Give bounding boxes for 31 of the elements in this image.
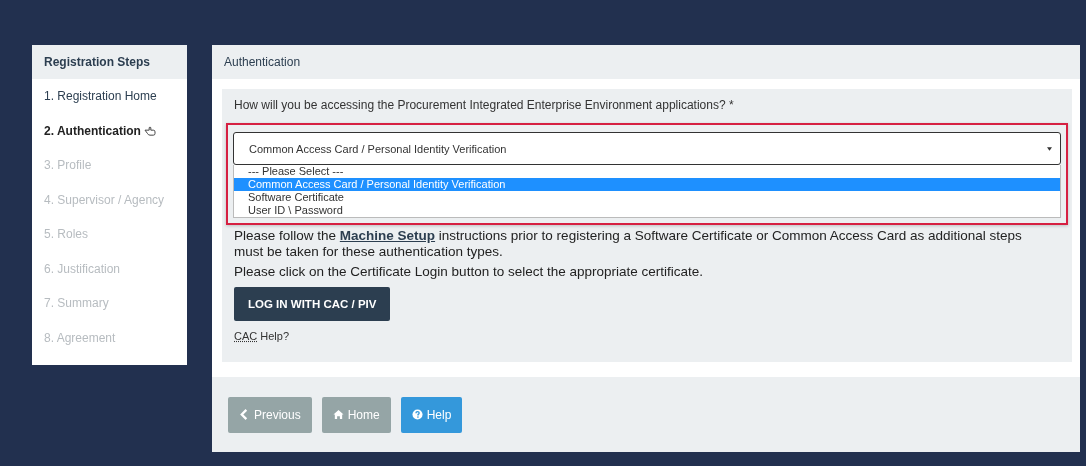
step-item[interactable]: 1. Registration Home: [32, 79, 187, 114]
sidebar-title: Registration Steps: [32, 45, 187, 79]
dropdown-option[interactable]: Software Certificate: [234, 191, 1060, 204]
previous-button[interactable]: Previous: [228, 396, 312, 433]
home-button[interactable]: Home: [321, 396, 391, 433]
login-button[interactable]: LOG IN WITH CAC / PIV: [234, 287, 391, 321]
dropdown-option[interactable]: Common Access Card / Personal Identity Verification: [234, 178, 1060, 191]
step-item[interactable]: 2. Authentication: [32, 113, 187, 148]
authentication-select[interactable]: Common Access Card / Personal Identity Verification: [233, 132, 1061, 165]
step-label: 3. Profile: [44, 158, 92, 173]
step-label: 5. Roles: [44, 227, 89, 242]
step-label: 7. Summary: [44, 296, 109, 311]
dropdown-option[interactable]: User ID \ Password: [234, 204, 1060, 217]
step-label: 2. Authentication: [44, 123, 141, 138]
question-circle-icon: [411, 409, 423, 420]
step-label: 1. Registration Home: [44, 89, 157, 104]
step-label: 4. Supervisor / Agency: [44, 192, 165, 207]
dropdown-option[interactable]: --- Please Select ---: [234, 165, 1060, 178]
question-label: How will you be accessing the Procurement Integrated Enterprise Environment applications? *: [234, 98, 735, 112]
hand-cursor-icon: [143, 125, 156, 136]
step-label: 8. Agreement: [44, 330, 116, 345]
certificate-note: Please click on the Certificate Login button to select the appropriate certificate.: [234, 264, 704, 279]
panel-title: Authentication: [212, 45, 1080, 79]
caret-icon: [1047, 146, 1052, 151]
instructions-text: Please follow the Machine Setup instructions prior to registering a Software Certificate or Common Access Card as additional steps must be taken for these authentication types.: [234, 228, 1023, 260]
home-icon: [332, 409, 344, 420]
cac-help-link[interactable]: CAC Help?: [234, 330, 290, 342]
step-label: 6. Justification: [44, 261, 121, 276]
machine-setup-link[interactable]: Machine Setup: [339, 228, 436, 243]
chevron-left-icon: [239, 409, 250, 420]
help-button[interactable]: Help: [400, 396, 463, 433]
